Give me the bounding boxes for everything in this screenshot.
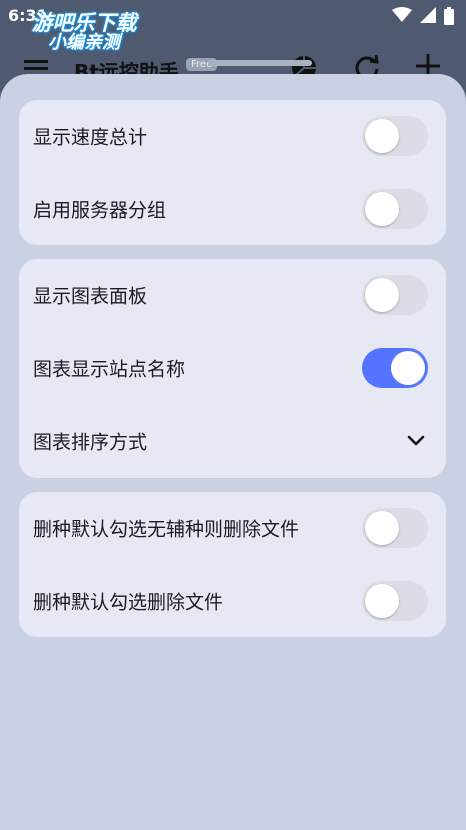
watermark-line1: 游吧乐下载	[31, 11, 137, 35]
enable-server-groups-toggle[interactable]	[362, 189, 428, 229]
setting-show-speed-total[interactable]: 显示速度总计	[19, 100, 446, 172]
show-speed-total-toggle[interactable]	[362, 116, 428, 156]
setting-label: 删种默认勾选删除文件	[33, 591, 224, 614]
settings-sheet: 显示速度总计 启用服务器分组 显示图表面板 图表显示站点名称 图表排序方式 删种…	[0, 74, 466, 830]
toggle-knob	[365, 278, 399, 312]
setting-delete-no-crossseed-files[interactable]: 删种默认勾选无辅种则删除文件	[19, 492, 446, 564]
toggle-knob	[365, 584, 399, 618]
delete-no-crossseed-files-toggle[interactable]	[362, 508, 428, 548]
settings-card-delete: 删种默认勾选无辅种则删除文件 删种默认勾选删除文件	[19, 492, 446, 637]
wifi-icon	[392, 7, 412, 22]
chart-show-site-name-toggle[interactable]	[362, 348, 428, 388]
setting-label: 图表显示站点名称	[33, 358, 186, 381]
toggle-knob	[391, 351, 425, 385]
settings-card-chart: 显示图表面板 图表显示站点名称 图表排序方式	[19, 259, 446, 478]
watermark-line2: 小编亲测	[48, 32, 120, 54]
setting-label: 删种默认勾选无辅种则删除文件	[33, 518, 300, 541]
toggle-knob	[365, 119, 399, 153]
show-chart-panel-toggle[interactable]	[362, 275, 428, 315]
setting-label: 显示速度总计	[33, 126, 148, 149]
setting-delete-files-default[interactable]: 删种默认勾选删除文件	[19, 565, 446, 637]
sheet-drag-handle[interactable]	[208, 60, 312, 66]
setting-chart-show-site-name[interactable]: 图表显示站点名称	[19, 332, 446, 404]
status-icons	[392, 7, 454, 25]
toggle-knob	[365, 511, 399, 545]
delete-files-default-toggle[interactable]	[362, 581, 428, 621]
setting-chart-sort-order[interactable]: 图表排序方式	[19, 405, 446, 477]
settings-card-speed: 显示速度总计 启用服务器分组	[19, 100, 446, 245]
chevron-down-icon[interactable]	[407, 435, 425, 447]
setting-show-chart-panel[interactable]: 显示图表面板	[19, 259, 446, 331]
setting-enable-server-groups[interactable]: 启用服务器分组	[19, 173, 446, 245]
battery-icon	[444, 7, 454, 25]
setting-label: 显示图表面板	[33, 285, 148, 308]
signal-icon	[420, 7, 436, 23]
setting-label: 图表排序方式	[33, 431, 148, 454]
setting-label: 启用服务器分组	[33, 199, 167, 222]
watermark-logo: 游吧乐下载 小编亲测	[14, 12, 154, 53]
toggle-knob	[365, 192, 399, 226]
